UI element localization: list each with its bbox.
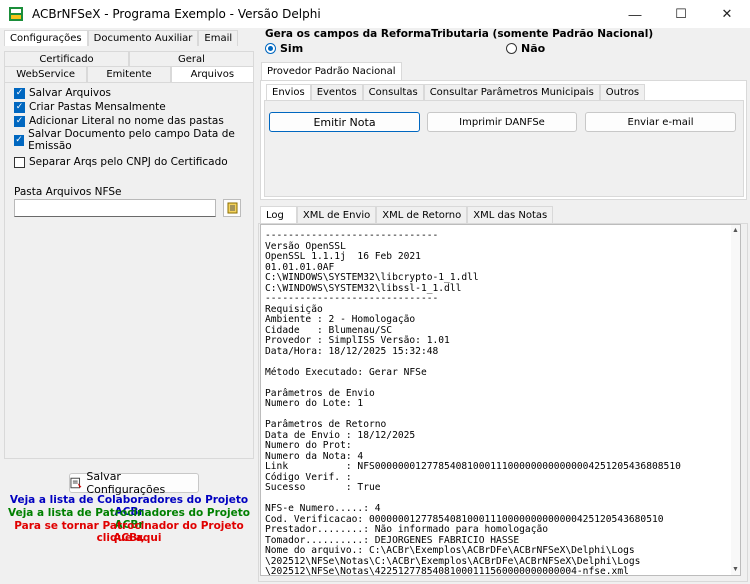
minimize-button[interactable]: — <box>612 0 658 28</box>
checkbox-salvar-arquivos[interactable]: ✓ Salvar Arquivos <box>14 87 111 99</box>
tab-geral[interactable]: Geral <box>129 51 254 67</box>
log-scrollbar[interactable]: ▲ ▼ <box>731 225 740 575</box>
tab-xml-retorno[interactable]: XML de Retorno <box>376 206 468 224</box>
tab-xml-notas[interactable]: XML das Notas <box>467 206 554 224</box>
tab-outros[interactable]: Outros <box>599 84 646 100</box>
window-title: ACBrNFSeX - Programa Exemplo - Versão De… <box>32 7 321 21</box>
log-content: ------------------------------ Versão Op… <box>265 230 681 576</box>
checkbox-criar-pastas[interactable]: ✓ Criar Pastas Mensalmente <box>14 101 166 113</box>
checkbox-salvar-data-emissao[interactable]: ✓ Salvar Documento pelo campo Data de Emi… <box>14 128 258 152</box>
tab-xml-envio[interactable]: XML de Envio <box>296 206 377 224</box>
close-button[interactable]: ✕ <box>704 0 750 28</box>
tab-emitente[interactable]: Emitente <box>87 66 171 82</box>
log-tabs: Log XML de Envio XML de Retorno XML das … <box>260 206 554 224</box>
maximize-button[interactable]: ☐ <box>658 0 704 28</box>
imprimir-danfse-button[interactable]: Imprimir DANFSe <box>427 112 577 132</box>
tab-eventos[interactable]: Eventos <box>310 84 363 100</box>
scroll-down-icon[interactable]: ▼ <box>732 566 739 573</box>
tab-consultar-parametros[interactable]: Consultar Parâmetros Municipais <box>423 84 600 100</box>
checkbox-adicionar-literal[interactable]: ✓ Adicionar Literal no nome das pastas <box>14 115 224 127</box>
pasta-arquivos-label: Pasta Arquivos NFSe <box>14 186 122 198</box>
enviar-email-button[interactable]: Enviar e-mail <box>585 112 736 132</box>
folder-icon <box>227 202 237 214</box>
tab-documento-auxiliar[interactable]: Documento Auxiliar <box>87 30 199 46</box>
provider-tabs: Provedor Padrão Nacional <box>261 62 402 80</box>
tab-log[interactable]: Log <box>260 206 297 224</box>
tab-provedor-padrao-nacional[interactable]: Provedor Padrão Nacional <box>261 62 402 80</box>
tab-email[interactable]: Email <box>198 30 239 46</box>
pasta-arquivos-input[interactable] <box>14 199 216 217</box>
left-panel: Configurações Documento Auxiliar Email C… <box>0 28 258 584</box>
checkbox-separar-cnpj[interactable]: Separar Arqs pelo CNPJ do Certificado <box>14 156 228 168</box>
config-subtabs-row1: Certificado Geral <box>4 51 254 67</box>
config-subtabs-row2: WebService Emitente Arquivos <box>4 66 254 82</box>
app-icon <box>8 6 24 22</box>
tab-arquivos[interactable]: Arquivos <box>170 66 254 82</box>
tab-consultas[interactable]: Consultas <box>362 84 424 100</box>
radio-sim[interactable]: Sim <box>265 42 303 55</box>
config-tabs: Configurações Documento Auxiliar Email <box>4 30 239 46</box>
save-icon <box>70 477 82 489</box>
action-tabs: Envios Eventos Consultas Consultar Parâm… <box>266 84 646 100</box>
tab-certificado[interactable]: Certificado <box>4 51 129 67</box>
tab-webservice[interactable]: WebService <box>4 66 88 82</box>
log-textarea[interactable]: ------------------------------ Versão Op… <box>260 224 741 576</box>
title-bar: ACBrNFSeX - Programa Exemplo - Versão De… <box>0 0 750 28</box>
browse-folder-button[interactable] <box>223 199 241 217</box>
save-config-button[interactable]: Salvar Configurações <box>69 470 199 496</box>
reforma-title: Gera os campos da ReformaTributaria (som… <box>265 28 654 40</box>
scroll-up-icon[interactable]: ▲ <box>732 227 739 234</box>
tab-configuracoes[interactable]: Configurações <box>4 30 88 46</box>
link-clique-aqui[interactable]: clique aqui <box>0 532 258 544</box>
radio-nao[interactable]: Não <box>506 42 545 55</box>
emitir-nota-button[interactable]: Emitir Nota <box>269 112 420 132</box>
tab-envios[interactable]: Envios <box>266 84 311 100</box>
